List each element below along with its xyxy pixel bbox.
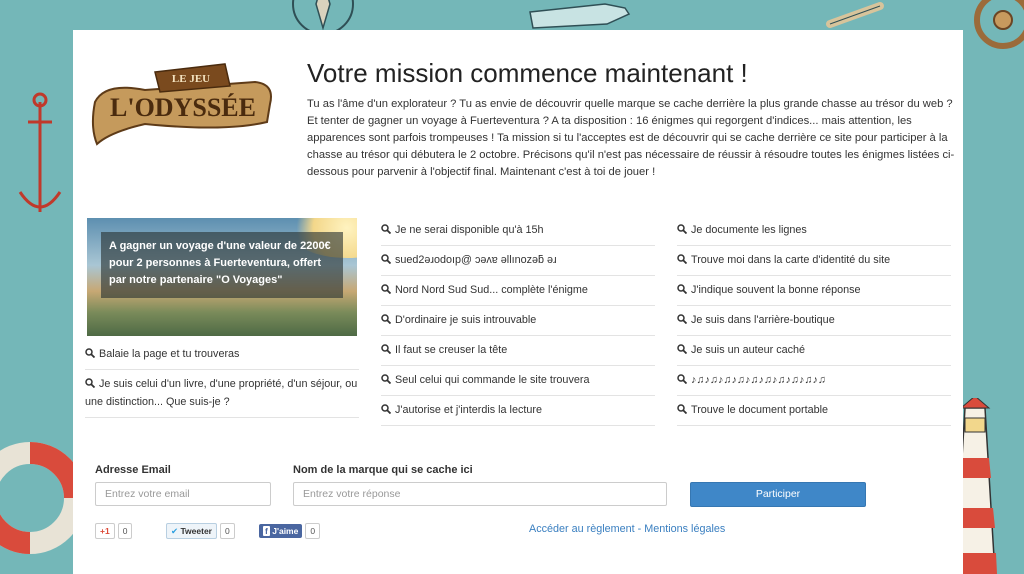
- tweet-label: Tweeter: [180, 525, 213, 536]
- riddle-link[interactable]: Je suis celui d'un livre, d'une propriét…: [85, 370, 359, 418]
- search-icon: [677, 374, 687, 384]
- riddle-link[interactable]: Je suis dans l'arrière-boutique: [677, 306, 951, 336]
- search-icon: [677, 254, 687, 264]
- prize-text: A gagner un voyage d'une valeur de 2200€…: [109, 240, 331, 286]
- riddle-link[interactable]: Trouve moi dans la carte d'identité du s…: [677, 246, 951, 276]
- riddle-label: D'ordinaire je suis introuvable: [395, 314, 537, 326]
- compass-doodle: [292, 0, 354, 32]
- riddle-link[interactable]: Balaie la page et tu trouveras: [85, 340, 359, 370]
- riddle-label: Je suis un auteur caché: [691, 344, 806, 356]
- riddle-label: sued2ǝɹodoıp@ ɔǝʌɐ ǝllınozǝƃ ǝɹ: [395, 254, 557, 266]
- facebook-count: 0: [305, 522, 321, 539]
- riddle-link[interactable]: Trouve le document portable: [677, 396, 951, 426]
- search-icon: [381, 314, 391, 324]
- page-title: Votre mission commence maintenant !: [307, 58, 748, 88]
- gplus-widget: +1 0: [95, 522, 133, 539]
- bottle-doodle: [529, 3, 631, 29]
- riddle-link[interactable]: Je ne serai disponible qu'à 15h: [381, 216, 655, 246]
- riddle-link[interactable]: J'indique souvent la bonne réponse: [677, 276, 951, 306]
- search-icon: [85, 378, 95, 388]
- riddle-label: J'autorise et j'interdis la lecture: [395, 404, 542, 416]
- logo-main-text: L'ODYSSÉE: [110, 93, 256, 122]
- riddle-label: ♪♫♪♫♪♫♪♫♪♫♪♫♪♫♪♫♪♫♪♫: [691, 374, 826, 386]
- facebook-widget: f J'aime 0: [259, 522, 321, 539]
- facebook-like-button[interactable]: f J'aime: [259, 523, 303, 538]
- odyssee-logo: LE JEU L'ODYSSÉE: [91, 63, 272, 146]
- search-icon: [677, 404, 687, 414]
- search-icon: [677, 224, 687, 234]
- legal-link[interactable]: Mentions légales: [644, 523, 725, 535]
- lifebuoy-doodle: [0, 442, 73, 554]
- email-field[interactable]: [95, 482, 271, 506]
- twitter-widget: ✔ Tweeter 0: [166, 522, 235, 539]
- rules-link[interactable]: Accéder au règlement: [529, 523, 635, 535]
- footer-links: Accéder au règlement - Mentions légales: [529, 523, 725, 535]
- search-icon: [85, 348, 95, 358]
- riddle-label: J'indique souvent la bonne réponse: [691, 284, 861, 296]
- search-icon: [381, 224, 391, 234]
- brand-label: Nom de la marque qui se cache ici: [293, 464, 473, 476]
- prize-banner[interactable]: A gagner un voyage d'une valeur de 2200€…: [87, 218, 357, 336]
- email-label: Adresse Email: [95, 464, 171, 476]
- riddle-link[interactable]: sued2ǝɹodoıp@ ɔǝʌɐ ǝllınozǝƃ ǝɹ: [381, 246, 655, 276]
- riddle-label: Il faut se creuser la tête: [395, 344, 508, 356]
- riddle-label: Je suis celui d'un livre, d'une propriét…: [85, 378, 358, 408]
- riddle-label: Nord Nord Sud Sud... complète l'énigme: [395, 284, 588, 296]
- tweet-button[interactable]: ✔ Tweeter: [166, 522, 217, 539]
- riddle-label: Je documente les lignes: [691, 224, 807, 236]
- search-icon: [381, 404, 391, 414]
- anchor-doodle: [18, 92, 62, 212]
- scroll-doodle: [826, 2, 884, 28]
- riddle-label: Seul celui qui commande le site trouvera: [395, 374, 590, 386]
- riddle-label: Je ne serai disponible qu'à 15h: [395, 224, 544, 236]
- search-icon: [381, 254, 391, 264]
- search-icon: [381, 344, 391, 354]
- riddle-link[interactable]: Seul celui qui commande le site trouvera: [381, 366, 655, 396]
- search-icon: [381, 284, 391, 294]
- facebook-icon: f: [263, 525, 270, 536]
- brand-answer-field[interactable]: [293, 482, 667, 506]
- riddle-label: Trouve moi dans la carte d'identité du s…: [691, 254, 891, 266]
- participate-button[interactable]: Participer: [690, 482, 866, 507]
- riddle-link[interactable]: J'autorise et j'interdis la lecture: [381, 396, 655, 426]
- riddle-link[interactable]: Je documente les lignes: [677, 216, 951, 246]
- riddle-link[interactable]: Il faut se creuser la tête: [381, 336, 655, 366]
- riddle-label: Je suis dans l'arrière-boutique: [691, 314, 835, 326]
- riddle-link[interactable]: ♪♫♪♫♪♫♪♫♪♫♪♫♪♫♪♫♪♫♪♫: [677, 366, 951, 396]
- riddle-link[interactable]: D'ordinaire je suis introuvable: [381, 306, 655, 336]
- riddle-link[interactable]: Je suis un auteur caché: [677, 336, 951, 366]
- gplus-button[interactable]: +1: [95, 522, 115, 539]
- search-icon: [677, 314, 687, 324]
- search-icon: [381, 374, 391, 384]
- intro-text: Tu as l'âme d'un explorateur ? Tu as env…: [307, 98, 955, 178]
- riddle-label: Balaie la page et tu trouveras: [99, 348, 240, 360]
- twitter-bird-icon: ✔: [171, 525, 179, 536]
- riddle-label: Trouve le document portable: [691, 404, 829, 416]
- search-icon: [677, 284, 687, 294]
- gplus-count: 0: [117, 522, 133, 539]
- main-panel: LE JEU L'ODYSSÉE Votre mission commence …: [73, 30, 963, 574]
- search-icon: [677, 344, 687, 354]
- tweet-count: 0: [220, 522, 235, 539]
- logo-top-text: LE JEU: [172, 73, 210, 85]
- facebook-like-label: J'aime: [272, 525, 299, 536]
- riddle-link[interactable]: Nord Nord Sud Sud... complète l'énigme: [381, 276, 655, 306]
- helm-doodle: [974, 0, 1024, 49]
- footer-separator: -: [634, 523, 645, 535]
